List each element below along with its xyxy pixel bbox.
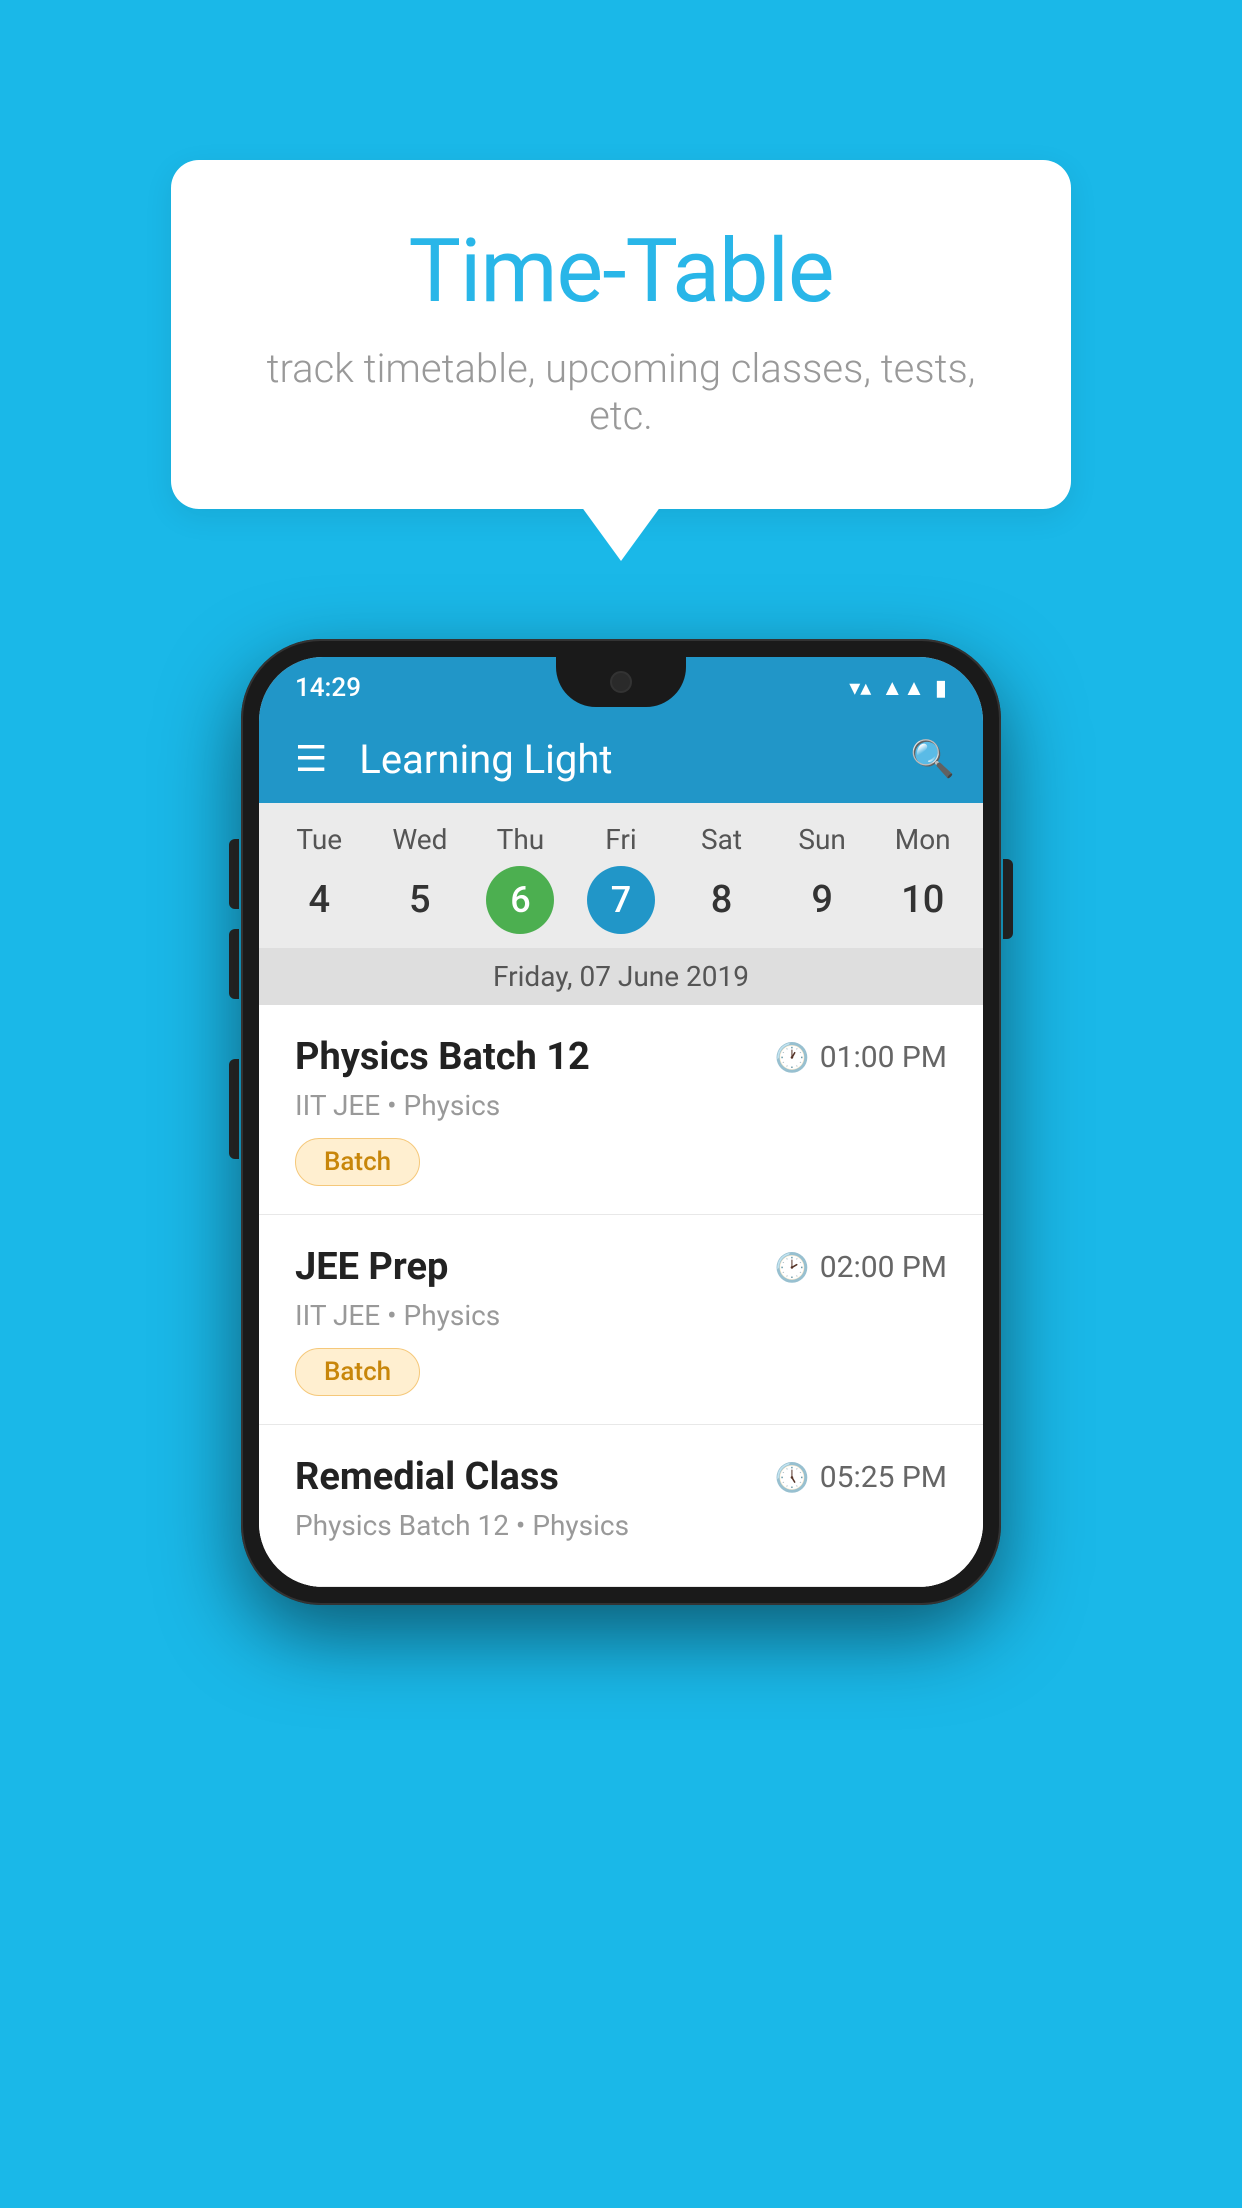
days-numbers: 4 5 6 7 8 9 10 [259,862,983,948]
schedule-item-2-time: 🕑 02:00 PM [775,1250,947,1285]
status-time: 14:29 [295,673,361,703]
calendar-strip: Tue Wed Thu Fri Sat Sun Mon 4 5 6 7 8 9 … [259,803,983,1005]
date-8[interactable]: 8 [671,866,772,934]
schedule-item-1-top: Physics Batch 12 🕐 01:00 PM [295,1035,947,1079]
phone-left-button [229,1059,239,1159]
date-4[interactable]: 4 [269,866,370,934]
schedule-item-3[interactable]: Remedial Class 🕔 05:25 PM Physics Batch … [259,1425,983,1587]
menu-icon[interactable]: ☰ [287,730,335,788]
status-icons: ▾▴ ▲▲ ▮ [849,675,947,701]
schedule-list: Physics Batch 12 🕐 01:00 PM IIT JEE • Ph… [259,1005,983,1587]
wifi-icon: ▾▴ [849,676,871,701]
tooltip-card: Time-Table track timetable, upcoming cla… [171,160,1071,509]
day-sun: Sun [772,823,873,856]
schedule-item-1-time: 🕐 01:00 PM [775,1040,947,1075]
schedule-item-1[interactable]: Physics Batch 12 🕐 01:00 PM IIT JEE • Ph… [259,1005,983,1215]
phone-frame: 14:29 ▾▴ ▲▲ ▮ ☰ Learning Light 🔍 Tue Wed… [241,639,1001,1605]
phone-screen: 14:29 ▾▴ ▲▲ ▮ ☰ Learning Light 🔍 Tue Wed… [259,657,983,1587]
app-toolbar: ☰ Learning Light 🔍 [259,715,983,803]
date-10[interactable]: 10 [872,866,973,934]
schedule-item-3-top: Remedial Class 🕔 05:25 PM [295,1455,947,1499]
day-mon: Mon [872,823,973,856]
schedule-item-2-badge: Batch [295,1348,420,1396]
schedule-item-3-time: 🕔 05:25 PM [775,1460,947,1495]
phone-vol-down-button [229,929,239,999]
day-wed: Wed [370,823,471,856]
app-title: Learning Light [359,736,910,783]
phone-power-button [1003,859,1013,939]
date-6-today[interactable]: 6 [486,866,554,934]
date-7-selected[interactable]: 7 [587,866,655,934]
signal-icon: ▲▲ [881,675,925,701]
clock-icon-3: 🕔 [775,1461,810,1494]
schedule-item-3-sub: Physics Batch 12 • Physics [295,1509,947,1542]
front-camera [610,671,632,693]
day-tue: Tue [269,823,370,856]
clock-icon-1: 🕐 [775,1041,810,1074]
phone-wrapper: 14:29 ▾▴ ▲▲ ▮ ☰ Learning Light 🔍 Tue Wed… [241,639,1001,1605]
tooltip-subtitle: track timetable, upcoming classes, tests… [251,345,991,439]
search-icon[interactable]: 🔍 [910,738,955,780]
schedule-item-2-name: JEE Prep [295,1245,448,1289]
tooltip-title: Time-Table [251,220,991,323]
schedule-item-1-name: Physics Batch 12 [295,1035,590,1079]
clock-icon-2: 🕑 [775,1251,810,1284]
schedule-item-1-badge: Batch [295,1138,420,1186]
schedule-item-2[interactable]: JEE Prep 🕑 02:00 PM IIT JEE • Physics Ba… [259,1215,983,1425]
schedule-item-2-sub: IIT JEE • Physics [295,1299,947,1332]
phone-notch [556,657,686,707]
date-9[interactable]: 9 [772,866,873,934]
battery-icon: ▮ [935,676,947,701]
day-thu: Thu [470,823,571,856]
day-fri: Fri [571,823,672,856]
schedule-item-2-top: JEE Prep 🕑 02:00 PM [295,1245,947,1289]
date-5[interactable]: 5 [370,866,471,934]
phone-vol-up-button [229,839,239,909]
selected-date-bar: Friday, 07 June 2019 [259,948,983,1005]
schedule-item-3-name: Remedial Class [295,1455,559,1499]
schedule-item-1-sub: IIT JEE • Physics [295,1089,947,1122]
days-header: Tue Wed Thu Fri Sat Sun Mon [259,803,983,862]
day-sat: Sat [671,823,772,856]
